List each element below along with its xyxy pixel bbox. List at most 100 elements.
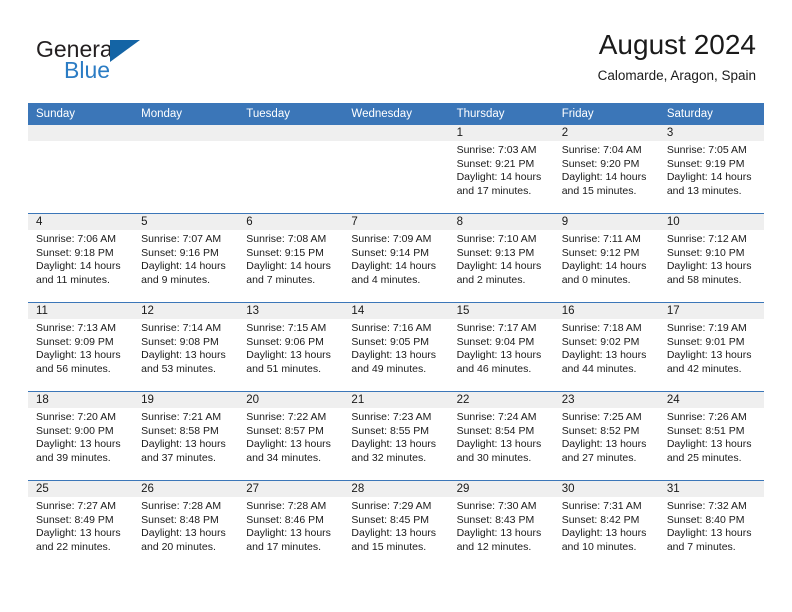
day-cell[interactable]: Sunrise: 7:32 AM Sunset: 8:40 PM Daylight:… <box>659 497 764 569</box>
day-cell[interactable]: Sunrise: 7:31 AM Sunset: 8:42 PM Daylight:… <box>554 497 659 569</box>
day-cell[interactable]: Sunrise: 7:23 AM Sunset: 8:55 PM Daylight:… <box>343 408 448 480</box>
weekday-header-monday: Monday <box>141 108 183 120</box>
day-cell[interactable]: Sunrise: 7:07 AM Sunset: 9:16 PM Daylight:… <box>133 230 238 302</box>
day-number[interactable]: 21 <box>343 392 448 408</box>
day-detail-line: Daylight: 14 hours <box>456 260 542 273</box>
day-detail-line: Sunset: 8:43 PM <box>456 513 535 526</box>
day-number[interactable]: 30 <box>554 481 659 497</box>
day-cell[interactable]: Sunrise: 7:19 AM Sunset: 9:01 PM Daylight:… <box>659 319 764 391</box>
day-cell[interactable]: Sunrise: 7:29 AM Sunset: 8:45 PM Daylight:… <box>343 497 448 569</box>
title-block: August 2024 Calomarde, Aragon, Spain <box>598 28 756 86</box>
day-number[interactable]: 8 <box>449 214 554 230</box>
day-cell[interactable]: Sunrise: 7:10 AM Sunset: 9:13 PM Daylight:… <box>449 230 554 302</box>
day-cell[interactable]: Sunrise: 7:26 AM Sunset: 8:51 PM Daylight:… <box>659 408 764 480</box>
day-cell[interactable]: Sunrise: 7:22 AM Sunset: 8:57 PM Daylight:… <box>238 408 343 480</box>
day-number[interactable]: 23 <box>554 392 659 408</box>
day-cell[interactable]: Sunrise: 7:30 AM Sunset: 8:43 PM Daylight:… <box>449 497 554 569</box>
day-detail-line: Daylight: 14 hours <box>36 260 121 273</box>
day-cell[interactable]: Sunrise: 7:24 AM Sunset: 8:54 PM Daylight:… <box>449 408 554 480</box>
day-number[interactable]: 29 <box>449 481 554 497</box>
day-number[interactable]: 12 <box>133 303 238 319</box>
day-detail-line: and 58 minutes. <box>666 273 742 286</box>
day-detail-line: Daylight: 13 hours <box>666 527 752 540</box>
day-detail-line: Sunrise: 7:05 AM <box>666 144 747 156</box>
day-cell[interactable]: Sunrise: 7:25 AM Sunset: 8:52 PM Daylight:… <box>554 408 659 480</box>
day-number[interactable]: 9 <box>554 214 659 230</box>
day-detail-line: Sunrise: 7:29 AM <box>351 500 432 512</box>
day-detail-line: Daylight: 13 hours <box>456 349 542 362</box>
day-cell[interactable]: Sunrise: 7:11 AM Sunset: 9:12 PM Daylight:… <box>554 230 659 302</box>
day-number[interactable]: 19 <box>133 392 238 408</box>
day-cell[interactable]: Sunrise: 7:27 AM Sunset: 8:49 PM Daylight:… <box>28 497 133 569</box>
day-cell[interactable]: Sunrise: 7:04 AM Sunset: 9:20 PM Daylight:… <box>554 141 659 213</box>
day-detail-line: Daylight: 13 hours <box>561 349 647 362</box>
day-detail-line: Daylight: 13 hours <box>456 438 542 451</box>
day-detail-line: Sunrise: 7:20 AM <box>36 411 116 423</box>
day-cell[interactable]: Sunrise: 7:05 AM Sunset: 9:19 PM Daylight:… <box>659 141 764 213</box>
day-number[interactable]: 13 <box>238 303 343 319</box>
calendar-week-row: 18 19 20 21 22 23 24 Sunrise: 7:20 AM Sunset: 9:… <box>28 391 764 480</box>
day-number[interactable]: 22 <box>449 392 554 408</box>
day-cell[interactable]: Sunrise: 7:28 AM Sunset: 8:48 PM Daylight:… <box>133 497 238 569</box>
day-detail-line: and 51 minutes. <box>246 362 321 375</box>
day-number[interactable]: 15 <box>449 303 554 319</box>
day-detail-line: and 34 minutes. <box>246 451 321 464</box>
day-number[interactable]: 16 <box>554 303 659 319</box>
day-cell[interactable]: Sunrise: 7:06 AM Sunset: 9:18 PM Daylight:… <box>28 230 133 302</box>
day-detail-line: Sunset: 8:57 PM <box>246 424 324 437</box>
day-cell[interactable]: Sunrise: 7:12 AM Sunset: 9:10 PM Daylight:… <box>659 230 764 302</box>
date-number-band: 25 26 27 28 29 30 31 <box>28 481 764 497</box>
day-detail-line: Sunrise: 7:16 AM <box>351 322 432 334</box>
day-number[interactable]: 7 <box>343 214 448 230</box>
day-cell[interactable]: Sunrise: 7:16 AM Sunset: 9:05 PM Daylight:… <box>343 319 448 391</box>
day-cell[interactable]: Sunrise: 7:20 AM Sunset: 9:00 PM Daylight:… <box>28 408 133 480</box>
day-cell[interactable]: Sunrise: 7:03 AM Sunset: 9:21 PM Daylight:… <box>449 141 554 213</box>
day-detail-line: Sunrise: 7:25 AM <box>561 411 642 423</box>
day-number[interactable]: 25 <box>28 481 133 497</box>
day-cell[interactable]: Sunrise: 7:15 AM Sunset: 9:06 PM Daylight:… <box>238 319 343 391</box>
day-number[interactable]: 6 <box>238 214 343 230</box>
day-detail-line: Sunset: 8:54 PM <box>456 424 535 437</box>
day-detail-line: Sunrise: 7:22 AM <box>246 411 327 423</box>
brand-logo[interactable]: General Blue <box>36 36 236 86</box>
day-detail-line: and 7 minutes. <box>246 273 316 286</box>
day-number[interactable]: 18 <box>28 392 133 408</box>
page-header: General Blue August 2024 Calomarde, Arag… <box>0 0 792 100</box>
day-detail-line: Sunset: 9:04 PM <box>456 335 535 348</box>
day-detail-line: Daylight: 13 hours <box>141 438 226 451</box>
day-cell[interactable]: Sunrise: 7:18 AM Sunset: 9:02 PM Daylight:… <box>554 319 659 391</box>
day-number[interactable]: 17 <box>659 303 764 319</box>
day-number[interactable]: 26 <box>133 481 238 497</box>
day-number[interactable]: 2 <box>554 125 659 141</box>
day-detail-line: Sunrise: 7:14 AM <box>141 322 222 334</box>
weekday-header-thursday: Thursday <box>456 108 505 120</box>
day-number[interactable]: 20 <box>238 392 343 408</box>
day-number[interactable]: 5 <box>133 214 238 230</box>
day-cell[interactable]: Sunrise: 7:14 AM Sunset: 9:08 PM Daylight:… <box>133 319 238 391</box>
day-number[interactable]: 11 <box>28 303 133 319</box>
day-number[interactable]: 4 <box>28 214 133 230</box>
day-cell[interactable]: Sunrise: 7:28 AM Sunset: 8:46 PM Daylight:… <box>238 497 343 569</box>
day-detail-line: and 49 minutes. <box>351 362 427 375</box>
day-detail-line: and 32 minutes. <box>351 451 427 464</box>
day-cell[interactable]: Sunrise: 7:13 AM Sunset: 9:09 PM Daylight:… <box>28 319 133 391</box>
day-number[interactable]: 28 <box>343 481 448 497</box>
day-cell[interactable]: Sunrise: 7:08 AM Sunset: 9:15 PM Daylight:… <box>238 230 343 302</box>
day-cell[interactable]: Sunrise: 7:21 AM Sunset: 8:58 PM Daylight:… <box>133 408 238 480</box>
day-number-empty <box>343 125 448 141</box>
day-number-empty <box>133 125 238 141</box>
day-number[interactable]: 24 <box>659 392 764 408</box>
day-cell[interactable]: Sunrise: 7:09 AM Sunset: 9:14 PM Daylight:… <box>343 230 448 302</box>
day-number[interactable]: 14 <box>343 303 448 319</box>
day-detail-line: Sunset: 9:15 PM <box>246 246 324 259</box>
day-detail-line: Sunrise: 7:15 AM <box>246 322 327 334</box>
calendar-week-row: 4 5 6 7 8 9 10 Sunrise: 7:06 AM Sunset: 9:18 PM D… <box>28 213 764 302</box>
day-detail-line: and 9 minutes. <box>141 273 211 286</box>
day-number[interactable]: 27 <box>238 481 343 497</box>
day-number[interactable]: 10 <box>659 214 764 230</box>
day-number[interactable]: 1 <box>449 125 554 141</box>
day-detail-line: Sunrise: 7:12 AM <box>666 233 747 245</box>
day-cell[interactable]: Sunrise: 7:17 AM Sunset: 9:04 PM Daylight:… <box>449 319 554 391</box>
day-number[interactable]: 3 <box>659 125 764 141</box>
day-number[interactable]: 31 <box>659 481 764 497</box>
